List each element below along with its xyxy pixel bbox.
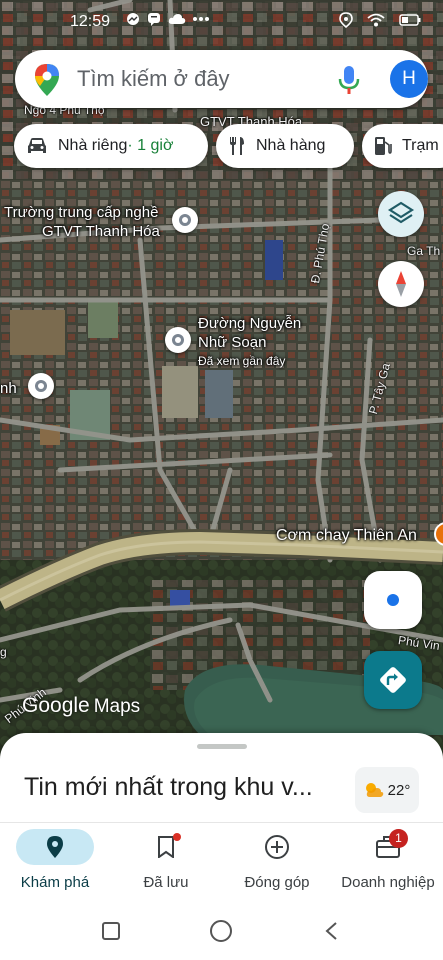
partly-cloudy-icon [365,783,383,797]
weather-chip[interactable]: 22° [355,767,419,813]
nav-explore-indicator [16,829,94,865]
restaurant-icon [228,136,246,156]
compass-button[interactable] [378,261,424,307]
search-placeholder[interactable]: Tìm kiếm ở đây [77,66,230,92]
street-label-g: g [0,645,7,659]
weather-temperature: 22° [387,781,411,799]
recent-apps-icon[interactable] [101,921,121,941]
status-time: 12:59 [70,13,111,30]
my-location-button[interactable] [364,571,422,629]
place-label-com-chay[interactable]: Cơm chay Thiên An [276,527,417,545]
chip-gas-station-label: Trạm [402,137,439,154]
nav-business-indicator [349,829,427,865]
place-pin-truong[interactable] [172,207,198,233]
explore-pin-icon [47,836,63,858]
sheet-title[interactable]: Tin mới nhất trong khu v... [24,773,313,802]
compass-icon [396,271,406,297]
nav-saved-indicator [127,829,205,865]
place-pin-nguyen-nhu-soan[interactable] [165,327,191,353]
back-icon[interactable] [322,921,342,941]
chip-home[interactable]: Nhà riêng · 1 giờ [14,124,208,168]
nav-explore[interactable]: Khám phá [0,823,110,903]
bottom-navigation: Khám phá Đã lưu Đóng góp 1 Doanh nghiệp [0,822,443,902]
directions-icon [380,667,406,693]
place-label-nguyen-nhu-soan-2[interactable]: Nhữ Soạn [198,334,266,352]
place-label-truong[interactable]: Trường trung cấp nghề [4,204,158,222]
gas-station-icon [374,136,392,156]
home-icon[interactable] [209,919,233,943]
wifi-icon [367,13,385,27]
nav-saved-label: Đã lưu [143,874,189,891]
status-bar: 12:59 [0,0,443,44]
sheet-drag-handle[interactable] [197,744,247,749]
bottom-sheet[interactable]: Tin mới nhất trong khu v... 22° [0,733,443,833]
chip-home-label: Nhà riêng [58,137,128,154]
nav-saved[interactable]: Đã lưu [111,823,221,903]
system-navigation-bar [0,902,443,960]
saved-badge-dot [173,833,181,841]
nav-contribute-indicator [238,829,316,865]
battery-icon [399,14,421,26]
place-pin-left[interactable] [28,373,54,399]
chip-restaurants-label: Nhà hàng [256,137,326,154]
business-badge-count: 1 [389,829,408,848]
add-circle-icon [265,835,289,859]
messenger-icon [127,13,139,25]
maps-wordmark: Maps [93,696,141,717]
chip-home-duration: · 1 giờ [127,137,174,154]
google-maps-attribution: Google Maps [22,694,140,718]
place-label-nguyen-nhu-soan[interactable]: Đường Nguyễn [198,315,301,333]
account-avatar[interactable]: H [390,60,428,98]
more-dots-icon [193,17,209,21]
search-bar[interactable]: Tìm kiếm ở đây H [15,50,428,108]
location-icon [339,12,353,28]
nav-contribute-label: Đóng góp [244,874,310,891]
place-label-nh[interactable]: nh [0,380,17,398]
bookmark-icon [158,836,174,858]
nav-business[interactable]: 1 Doanh nghiệp [333,823,443,903]
nav-business-label: Doanh nghiệp [341,874,435,891]
place-label-truong-2[interactable]: GTVT Thanh Hóa [42,223,160,241]
nav-contribute[interactable]: Đóng góp [222,823,332,903]
chip-gas-station[interactable]: Trạm [362,124,443,168]
my-location-icon [387,594,399,606]
cloud-icon [168,14,186,24]
chip-restaurants[interactable]: Nhà hàng [216,124,354,168]
microphone-icon[interactable] [338,65,360,95]
street-label-ga: Ga Th [407,244,441,258]
car-icon [26,137,48,155]
google-wordmark: Google [22,694,90,717]
chat-icon [148,13,160,26]
place-recent-note: Đã xem gần đây [198,354,286,368]
directions-button[interactable] [364,651,422,709]
layers-icon [387,201,415,224]
nav-explore-label: Khám phá [20,874,90,891]
layers-button[interactable] [378,191,424,237]
google-maps-pin-icon [35,64,59,96]
